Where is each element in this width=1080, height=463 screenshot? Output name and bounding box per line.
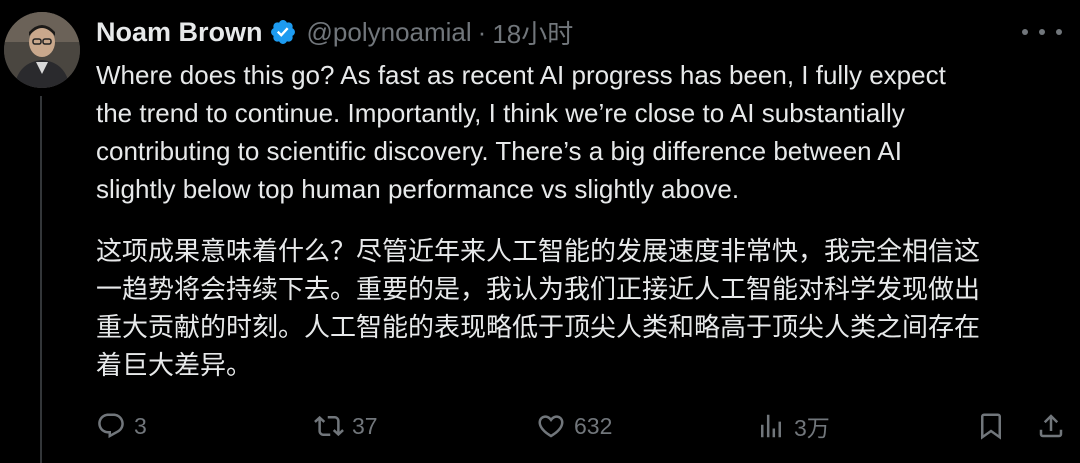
action-bar: 3 37 632 3万 xyxy=(96,406,1064,446)
reply-icon xyxy=(96,411,126,441)
share-icon xyxy=(1036,411,1066,441)
views-icon xyxy=(756,411,786,441)
heart-icon xyxy=(536,411,566,441)
header-separator: · xyxy=(477,16,487,47)
author-handle[interactable]: @polynoamial xyxy=(307,17,472,48)
thread-line xyxy=(40,96,42,463)
tweet[interactable]: Noam Brown @polynoamial · 18小时 Where doe… xyxy=(0,0,1080,463)
tweet-paragraph-english: Where does this go? As fast as recent AI… xyxy=(96,60,946,204)
views-button[interactable]: 3万 xyxy=(756,409,830,443)
reply-count: 3 xyxy=(134,412,147,439)
share-button[interactable] xyxy=(1036,411,1066,441)
more-options-icon[interactable] xyxy=(1022,20,1062,44)
avatar-image xyxy=(4,12,80,88)
retweet-count: 37 xyxy=(352,412,378,439)
tweet-paragraph-chinese: 这项成果意味着什么？尽管近年来人工智能的发展速度非常快，我完全相信这 一趋势将会… xyxy=(96,236,981,380)
bookmark-button[interactable] xyxy=(976,411,1006,441)
tweet-timestamp[interactable]: 18小时 xyxy=(492,14,573,51)
like-button[interactable]: 632 xyxy=(536,411,612,441)
reply-button[interactable]: 3 xyxy=(96,411,147,441)
tweet-text: Where does this go? As fast as recent AI… xyxy=(96,56,1060,384)
bookmark-icon xyxy=(976,411,1006,441)
views-count: 3万 xyxy=(794,415,830,441)
author-name[interactable]: Noam Brown xyxy=(96,17,263,48)
retweet-button[interactable]: 37 xyxy=(314,411,378,441)
like-count: 632 xyxy=(574,412,613,439)
verified-badge-icon xyxy=(269,18,297,46)
avatar[interactable] xyxy=(4,12,80,88)
retweet-icon xyxy=(314,411,344,441)
tweet-header: Noam Brown @polynoamial · 18小时 xyxy=(96,14,573,50)
